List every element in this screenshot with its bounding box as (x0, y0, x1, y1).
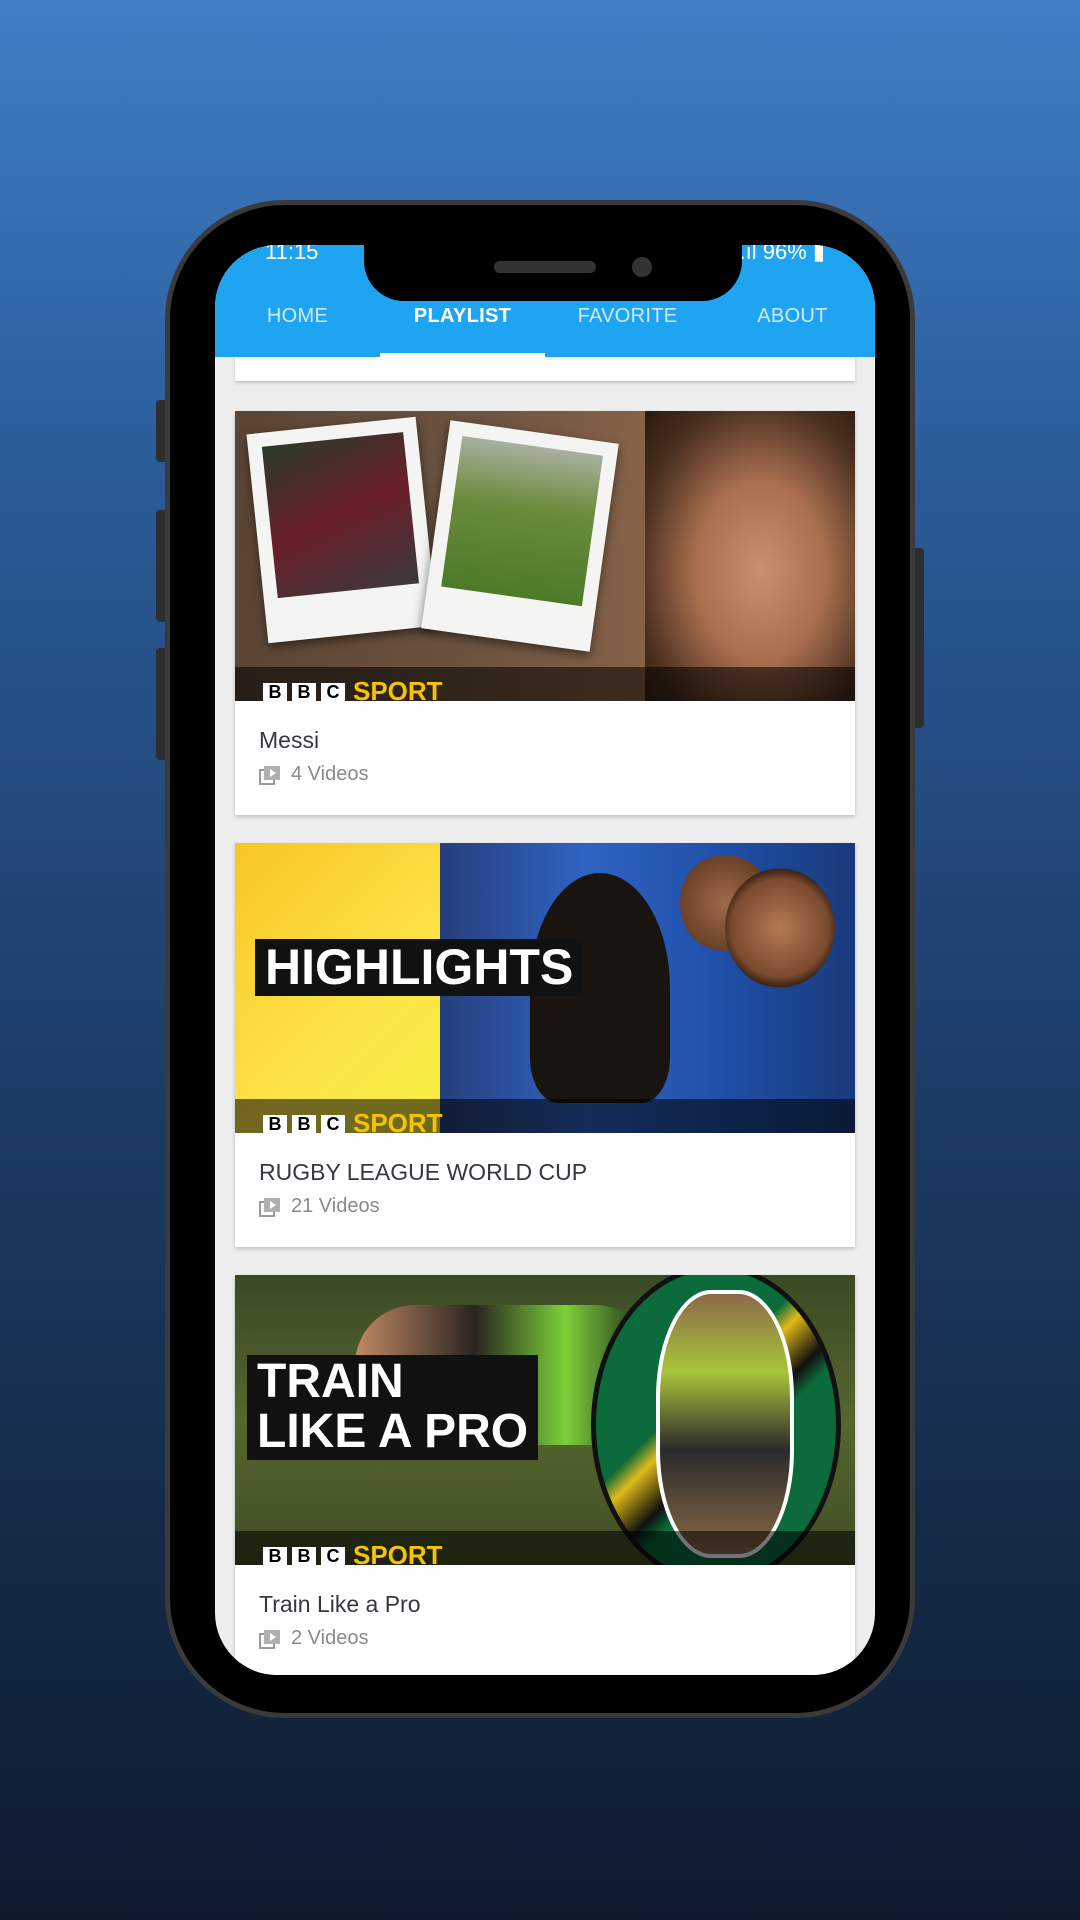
playlist-card[interactable]: HIGHLIGHTS B B C SPORT RUGBY LEAGUE WORL… (235, 843, 855, 1247)
bbc-logo: B B C (263, 1115, 345, 1133)
playlist-video-count: 21 Videos (259, 1195, 380, 1218)
playlist-thumbnail: TRAIN LIKE A PRO B B C SPORT (235, 1275, 855, 1565)
camera-notch (364, 245, 742, 301)
video-library-icon (259, 765, 280, 785)
jamaica-flag-oval (591, 1275, 841, 1565)
speaker-grille (494, 261, 596, 273)
playlist-video-count: 2 Videos (259, 1627, 368, 1650)
bbc-logo: B B C (263, 1547, 345, 1565)
bbc-sport-banner: B B C SPORT (235, 1531, 855, 1565)
signal-icon: .ıl (739, 245, 763, 264)
tab-home[interactable]: HOME (215, 275, 380, 357)
playlist-card[interactable]: TRAIN LIKE A PRO B B C SPORT Train Like … (235, 1275, 855, 1675)
status-battery: .ıl 96% ▮ (739, 245, 825, 265)
playlist-title: Messi (259, 727, 320, 753)
video-library-icon (259, 1197, 280, 1217)
status-time: 11:15 (265, 245, 319, 264)
polaroid-photo (246, 416, 438, 644)
player-portrait (645, 411, 855, 701)
sport-wordmark: SPORT (353, 1108, 443, 1133)
battery-icon: ▮ (812, 245, 825, 264)
photo-image (441, 436, 603, 607)
sport-wordmark: SPORT (353, 1540, 443, 1565)
tab-about[interactable]: ABOUT (710, 275, 875, 357)
playlist-video-count: 4 Videos (259, 763, 368, 786)
polaroid-photo (421, 420, 619, 652)
bbc-sport-banner: B B C SPORT (235, 1099, 855, 1133)
highlights-overlay: HIGHLIGHTS (255, 939, 584, 996)
playlist-list[interactable]: B B C SPORT Messi 4 Videos HIGHLIGHTS B … (215, 357, 875, 1675)
photo-image (261, 432, 419, 599)
bbc-logo: B B C (263, 683, 345, 701)
playlist-thumbnail: HIGHLIGHTS B B C SPORT (235, 843, 855, 1133)
train-like-a-pro-overlay: TRAIN LIKE A PRO (247, 1355, 539, 1460)
bbc-sport-banner: B B C SPORT (235, 667, 855, 701)
battery-percent: 96% (762, 245, 807, 264)
phone-screen: 11:15 .ıl 96% ▮ HOME PLAYLIST FAVORITE A… (215, 245, 875, 1675)
playlist-title: Train Like a Pro (259, 1591, 421, 1617)
phone-frame: 11:15 .ıl 96% ▮ HOME PLAYLIST FAVORITE A… (165, 200, 915, 1718)
player-cutout (656, 1290, 794, 1558)
player-head (725, 868, 835, 988)
playlist-thumbnail: B B C SPORT (235, 411, 855, 701)
sport-wordmark: SPORT (353, 676, 443, 701)
front-camera (632, 257, 652, 277)
previous-card-edge (235, 357, 855, 381)
video-library-icon (259, 1629, 280, 1649)
playlist-title: RUGBY LEAGUE WORLD CUP (259, 1159, 588, 1185)
playlist-card[interactable]: B B C SPORT Messi 4 Videos (235, 411, 855, 815)
